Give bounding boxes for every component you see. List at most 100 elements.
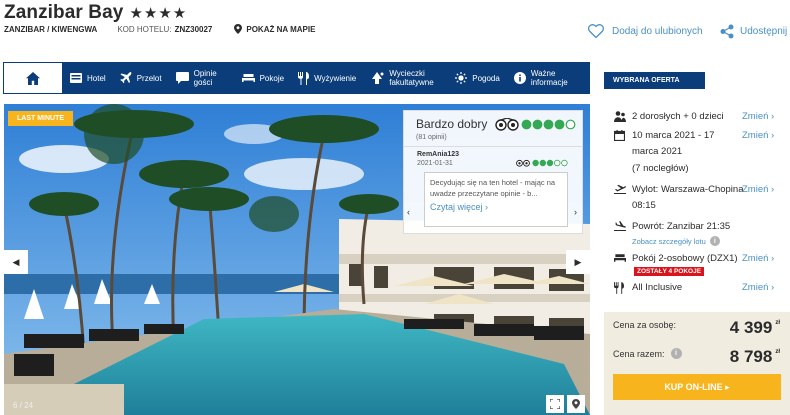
hotel-code: ZNZ30027 (174, 24, 213, 34)
hotel-location: ZANZIBAR / KIWENGWA (4, 24, 98, 34)
tab-important-info[interactable]: Ważne informacje (507, 62, 574, 94)
price-box: Cena za osobę: 4 399 zł Cena razem: i 8 … (604, 312, 790, 415)
review-meta: 2021-01-31 (404, 158, 582, 167)
calendar-icon (614, 128, 632, 160)
owl-icon (516, 159, 530, 167)
offer-people-row: 2 dorosłych + 0 dzieci Zmień › (614, 109, 784, 125)
offer-departure-row: Wylot: Warszawa-Chopina 08:15 Zmień › (614, 182, 784, 214)
score-dot (532, 159, 539, 166)
read-more-link[interactable]: Czytaj więcej › (430, 202, 562, 213)
change-departure-link[interactable]: Zmień › (742, 182, 774, 198)
review-snippet-box: Decydując się na ten hotel - mając na uw… (424, 172, 568, 227)
review-snippet: Decydując się na ten hotel - mając na uw… (430, 178, 556, 198)
sun-icon (455, 72, 468, 84)
tab-flight[interactable]: Przelot (113, 62, 169, 94)
map-pin-icon (234, 24, 243, 34)
price-total: 8 798 zł (729, 347, 780, 366)
tab-weather[interactable]: Pogoda (448, 62, 507, 94)
score-dot (565, 119, 576, 129)
offer-departure: Wylot: Warszawa-Chopina 08:15 (632, 184, 744, 211)
review-rating-text: Bardzo dobry (416, 117, 488, 131)
show-map-label: POKAŻ NA MAPIE (246, 24, 316, 34)
offer-return: Powrót: Zanzibar 21:35 (632, 221, 731, 232)
review-prev-icon[interactable]: ‹ (407, 207, 410, 217)
offer-title: WYBRANA OFERTA (604, 72, 705, 89)
review-user-score (516, 158, 568, 167)
user-score-dots (532, 159, 568, 166)
score-dot (554, 119, 565, 129)
offer-dates: 10 marca 2021 - 17 marca 2021 (632, 130, 715, 157)
map-pin-icon (572, 399, 580, 409)
tab-board[interactable]: Wyżywienie (291, 62, 363, 94)
favorites-label: Dodaj do ulubionych (612, 25, 703, 37)
score-dot (553, 159, 561, 166)
rooms-left-badge: ZOSTAŁY 4 POKOJE (634, 267, 705, 276)
change-room-link[interactable]: Zmień › (742, 251, 774, 267)
review-author-row: RemAnia123 (404, 147, 582, 158)
heart-icon (588, 24, 604, 38)
chevron-right-icon: ▶ (574, 256, 582, 267)
review-score-dots (521, 119, 576, 129)
offer-board: All Inclusive (632, 282, 683, 293)
room-icon (614, 251, 632, 267)
gallery-prev-button[interactable]: ◀ (4, 250, 28, 274)
gallery-next-button[interactable]: ▶ (566, 250, 590, 274)
buy-online-button[interactable]: KUP ON-LINE ▸ (613, 374, 781, 400)
tab-label: Pogoda (472, 73, 500, 83)
review-date: 2021-01-31 (417, 160, 453, 167)
offer-return-row: Powrót: Zanzibar 21:35 (614, 219, 784, 235)
flight-details-link[interactable]: Zobacz szczegóły lotu i (632, 236, 720, 246)
score-dot (561, 159, 568, 166)
add-to-favorites-button[interactable]: Dodaj do ulubionych (588, 24, 703, 38)
tab-home[interactable] (3, 62, 63, 94)
tab-rooms[interactable]: Pokoje (235, 62, 291, 94)
price-per-person-label: Cena za osobę: (613, 320, 677, 330)
photo-map-button[interactable] (567, 395, 585, 413)
offer-dates-row: 10 marca 2021 - 17 marca 2021 Zmień › (614, 128, 784, 160)
plane-icon (119, 72, 132, 84)
tab-trips[interactable]: Wycieczki fakultatywne (363, 62, 448, 94)
offer-board-row: All Inclusive Zmień › (614, 280, 784, 296)
review-card: Bardzo dobry (81 opinii) RemAnia123 2021… (403, 110, 583, 234)
chevron-left-icon: ◀ (12, 256, 20, 267)
score-dot (546, 159, 554, 166)
price-per-person: 4 399 zł (729, 318, 780, 337)
tab-label: Przelot (136, 73, 162, 83)
bed-icon (70, 73, 82, 83)
offer-room: Pokój 2-osobowy (DZX1) (632, 253, 738, 264)
review-count: (81 opinii) (416, 134, 447, 141)
info-icon: i (709, 236, 720, 246)
last-minute-badge: LAST MINUTE (8, 111, 74, 126)
trip-icon (370, 72, 384, 84)
share-label: Udostępnij (740, 26, 788, 37)
review-author: RemAnia123 (417, 151, 460, 158)
share-icon (720, 24, 734, 39)
tripadvisor-logo-icon (495, 117, 520, 131)
room-icon (241, 73, 255, 83)
offer-people: 2 dorosłych + 0 dzieci (632, 111, 724, 122)
tab-label: Wycieczki fakultatywne (389, 69, 434, 87)
star-rating: ★★★★ (129, 5, 188, 22)
tab-label: Opinie gości (193, 69, 217, 87)
fullscreen-button[interactable] (546, 395, 564, 413)
show-map-link[interactable]: POKAŻ NA MAPIE (234, 24, 315, 34)
tab-hotel[interactable]: Hotel (63, 62, 113, 94)
change-dates-link[interactable]: Zmień › (742, 128, 774, 144)
title-row: Zanzibar Bay ★★★★ (4, 2, 187, 24)
tab-label: Wyżywienie (314, 73, 357, 83)
price-total-label: Cena razem: i (613, 348, 682, 359)
share-button[interactable]: Udostępnij (720, 24, 787, 39)
hotel-code-label: KOD HOTELU: (117, 24, 172, 34)
tab-reviews[interactable]: Opinie gości (169, 62, 235, 94)
change-people-link[interactable]: Zmień › (742, 109, 774, 125)
review-head: Bardzo dobry (404, 111, 582, 131)
offer-nights: (7 nocległów) (632, 163, 689, 174)
info-icon[interactable]: i (670, 348, 682, 359)
hotel-name: Zanzibar Bay (4, 2, 124, 23)
fullscreen-icon (550, 399, 560, 409)
review-next-icon[interactable]: › (574, 207, 577, 217)
cutlery-icon (614, 280, 632, 296)
change-board-link[interactable]: Zmień › (742, 280, 774, 296)
people-icon (614, 109, 632, 125)
score-dot (532, 119, 543, 129)
